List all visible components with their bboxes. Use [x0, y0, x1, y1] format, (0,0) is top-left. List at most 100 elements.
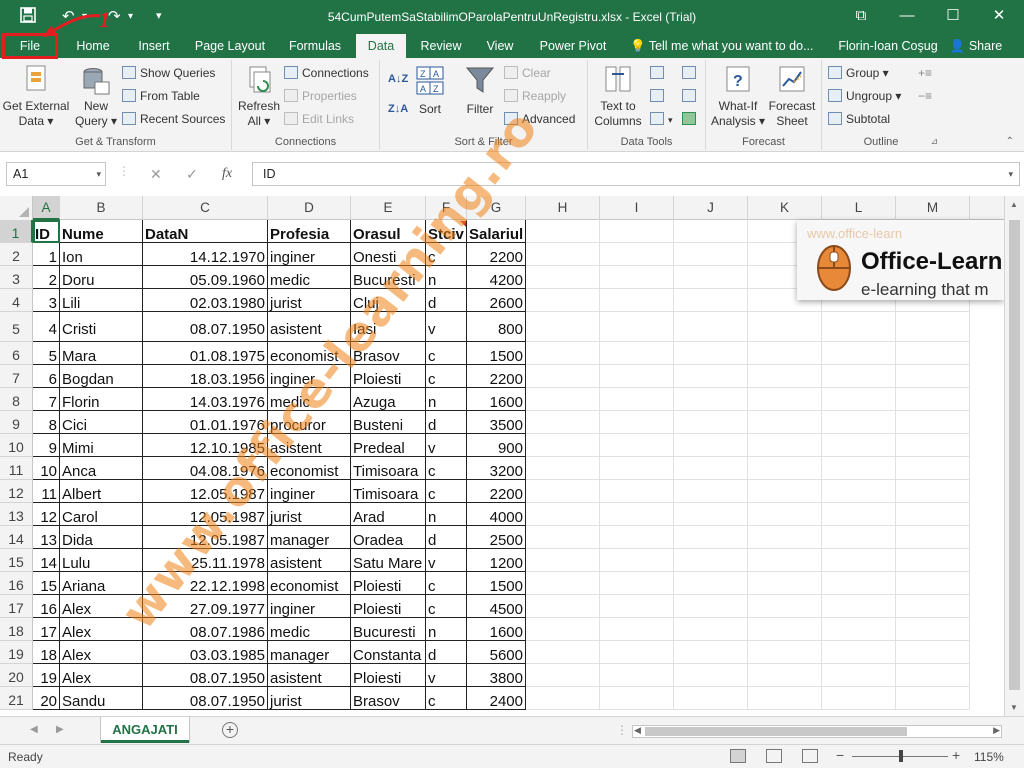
empty-cell[interactable] — [896, 342, 970, 365]
row-header-5[interactable]: 5 — [0, 312, 33, 342]
empty-cell[interactable] — [600, 572, 674, 595]
empty-cell[interactable] — [600, 595, 674, 618]
cell-g10[interactable]: 900 — [467, 434, 526, 457]
zoom-in-button[interactable]: + — [952, 747, 960, 763]
empty-cell[interactable] — [822, 572, 896, 595]
empty-cell[interactable] — [526, 388, 600, 411]
cell-a15[interactable]: 14 — [33, 549, 60, 572]
show-detail-icon[interactable]: +≡ — [918, 64, 932, 84]
cell-c3[interactable]: 05.09.1960 — [143, 266, 268, 289]
empty-cell[interactable] — [822, 687, 896, 710]
empty-cell[interactable] — [526, 641, 600, 664]
empty-cell[interactable] — [600, 388, 674, 411]
consolidate-icon[interactable] — [682, 64, 700, 84]
empty-cell[interactable] — [600, 480, 674, 503]
cell-f12[interactable]: c — [426, 480, 467, 503]
undo-icon[interactable]: ↶ — [62, 7, 75, 25]
cell-e4[interactable]: Cluj — [351, 289, 426, 312]
empty-cell[interactable] — [674, 388, 748, 411]
empty-cell[interactable] — [896, 549, 970, 572]
empty-cell[interactable] — [896, 388, 970, 411]
cell-d21[interactable]: jurist — [268, 687, 351, 710]
cell-f8[interactable]: n — [426, 388, 467, 411]
empty-cell[interactable] — [822, 312, 896, 342]
row-header-21[interactable]: 21 — [0, 687, 33, 710]
column-header-j[interactable]: J — [674, 196, 748, 220]
empty-cell[interactable] — [674, 365, 748, 388]
cell-a4[interactable]: 3 — [33, 289, 60, 312]
cell-f5[interactable]: v — [426, 312, 467, 342]
cell-b16[interactable]: Ariana — [60, 572, 143, 595]
empty-cell[interactable] — [526, 595, 600, 618]
cell-b10[interactable]: Mimi — [60, 434, 143, 457]
empty-cell[interactable] — [748, 687, 822, 710]
advanced-filter-button[interactable]: Advanced — [504, 110, 575, 130]
empty-cell[interactable] — [674, 434, 748, 457]
what-if-analysis-button[interactable]: ? What-If Analysis ▾ — [708, 64, 768, 129]
cell-g11[interactable]: 3200 — [467, 457, 526, 480]
cell-g5[interactable]: 800 — [467, 312, 526, 342]
new-query-button[interactable]: New Query ▾ — [72, 64, 120, 129]
header-cell-g[interactable]: Salariul — [467, 220, 526, 243]
cell-f4[interactable]: d — [426, 289, 467, 312]
empty-cell[interactable] — [748, 480, 822, 503]
empty-cell[interactable] — [748, 388, 822, 411]
subtotal-button[interactable]: Subtotal — [828, 110, 890, 130]
header-cell-e[interactable]: Orasul — [351, 220, 426, 243]
cell-b12[interactable]: Albert — [60, 480, 143, 503]
cell-a3[interactable]: 2 — [33, 266, 60, 289]
row-header-14[interactable]: 14 — [0, 526, 33, 549]
cell-e15[interactable]: Satu Mare — [351, 549, 426, 572]
row-header-9[interactable]: 9 — [0, 411, 33, 434]
empty-cell[interactable] — [674, 312, 748, 342]
cell-b19[interactable]: Alex — [60, 641, 143, 664]
empty-cell[interactable] — [896, 480, 970, 503]
empty-cell[interactable] — [896, 664, 970, 687]
cell-f9[interactable]: d — [426, 411, 467, 434]
cell-b5[interactable]: Cristi — [60, 312, 143, 342]
cell-e10[interactable]: Predeal — [351, 434, 426, 457]
column-header-l[interactable]: L — [822, 196, 896, 220]
empty-cell[interactable] — [600, 641, 674, 664]
empty-cell[interactable] — [822, 434, 896, 457]
filter-button[interactable]: Filter — [460, 64, 500, 117]
row-header-17[interactable]: 17 — [0, 595, 33, 618]
cell-d17[interactable]: inginer — [268, 595, 351, 618]
save-icon[interactable] — [20, 7, 36, 27]
empty-cell[interactable] — [600, 220, 674, 243]
cell-e5[interactable]: Iasi — [351, 312, 426, 342]
cell-g9[interactable]: 3500 — [467, 411, 526, 434]
hide-detail-icon[interactable]: −≡ — [918, 87, 932, 107]
column-header-c[interactable]: C — [143, 196, 268, 220]
cell-d20[interactable]: asistent — [268, 664, 351, 687]
reapply-button[interactable]: Reapply — [504, 87, 566, 107]
cell-f13[interactable]: n — [426, 503, 467, 526]
cell-e14[interactable]: Oradea — [351, 526, 426, 549]
cell-d5[interactable]: asistent — [268, 312, 351, 342]
enter-icon[interactable]: ✓ — [186, 166, 198, 183]
group-button[interactable]: Group ▾ — [828, 64, 889, 84]
row-header-3[interactable]: 3 — [0, 266, 33, 289]
cell-c6[interactable]: 01.08.1975 — [143, 342, 268, 365]
tab-home[interactable]: Home — [68, 34, 118, 58]
empty-cell[interactable] — [748, 549, 822, 572]
cell-d15[interactable]: asistent — [268, 549, 351, 572]
empty-cell[interactable] — [822, 388, 896, 411]
empty-cell[interactable] — [526, 549, 600, 572]
cell-g16[interactable]: 1500 — [467, 572, 526, 595]
empty-cell[interactable] — [896, 687, 970, 710]
sort-button[interactable]: ZAAZ Sort — [410, 64, 450, 117]
column-header-f[interactable]: F — [426, 196, 467, 220]
tell-me-search[interactable]: 💡 Tell me what you want to do... — [630, 34, 820, 58]
empty-cell[interactable] — [674, 572, 748, 595]
empty-cell[interactable] — [748, 664, 822, 687]
cell-g6[interactable]: 1500 — [467, 342, 526, 365]
row-header-11[interactable]: 11 — [0, 457, 33, 480]
header-cell-d[interactable]: Profesia — [268, 220, 351, 243]
empty-cell[interactable] — [674, 457, 748, 480]
outline-settings-launcher-icon[interactable]: ⊿ — [930, 136, 938, 147]
cell-a18[interactable]: 17 — [33, 618, 60, 641]
cell-c9[interactable]: 01.01.1976 — [143, 411, 268, 434]
cell-b21[interactable]: Sandu — [60, 687, 143, 710]
cell-c15[interactable]: 25.11.1978 — [143, 549, 268, 572]
